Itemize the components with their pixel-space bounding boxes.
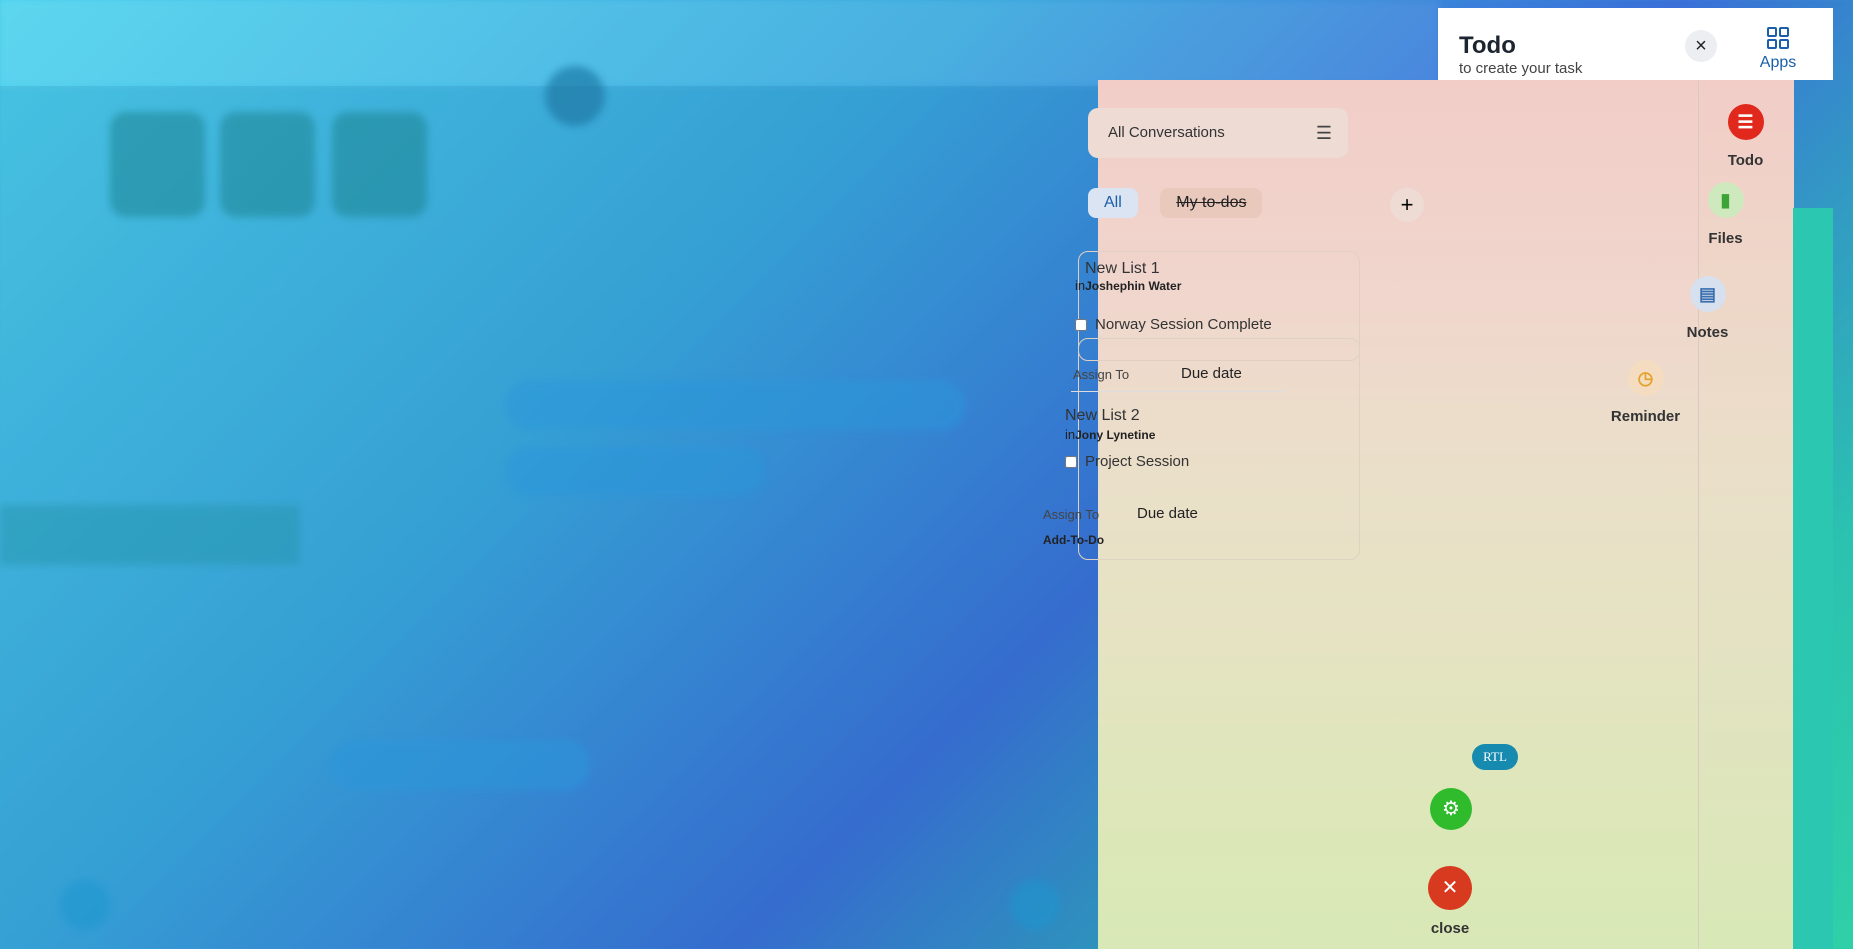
list-owner-prefix: in xyxy=(1065,427,1076,442)
list-owner: inJony Lynetine xyxy=(1065,427,1155,442)
add-todo-button[interactable]: Add-To-Do xyxy=(1043,533,1104,547)
filter-chips: All My to-dos xyxy=(1088,188,1280,218)
list-icon: ☰ xyxy=(1727,104,1764,140)
rail-item-todo[interactable]: ☰ Todo xyxy=(1698,104,1793,169)
notes-icon: ▤ xyxy=(1689,276,1726,312)
clock-icon: ◷ xyxy=(1627,360,1664,396)
list-title: New List 2 xyxy=(1065,407,1140,424)
chip-all[interactable]: All xyxy=(1088,188,1138,218)
rail-item-label: Todo xyxy=(1727,152,1764,169)
close-icon[interactable]: × xyxy=(1685,30,1717,62)
sort-icon: ☰ xyxy=(1315,123,1332,143)
assign-to-button[interactable]: Assign To xyxy=(1073,367,1129,382)
file-icon: ▮ xyxy=(1707,182,1744,218)
list-owner-name: Jony Lynetine xyxy=(1075,428,1156,442)
list-owner-name: Joshephin Water xyxy=(1085,279,1182,293)
add-list-button[interactable]: + xyxy=(1390,188,1424,222)
chip-my-todos[interactable]: My to-dos xyxy=(1160,188,1263,218)
apps-label: Apps xyxy=(1759,54,1797,71)
divider xyxy=(1071,391,1285,392)
panel-subtitle: to create your task xyxy=(1459,60,1583,77)
list-title: New List 1 xyxy=(1085,260,1160,277)
task-checkbox[interactable] xyxy=(1065,456,1077,469)
task-label: Norway Session Complete xyxy=(1095,316,1272,333)
todo-panel: Todo to create your task × Apps All Conv… xyxy=(1043,8,1833,949)
panel-edge xyxy=(1793,208,1833,949)
apps-button[interactable]: Apps xyxy=(1740,26,1816,72)
due-date-button[interactable]: Due date xyxy=(1181,365,1242,382)
todo-item[interactable]: Norway Session Complete xyxy=(1075,316,1272,333)
rail-item-label: Files xyxy=(1708,230,1743,247)
rail-item-label: Reminder xyxy=(1610,408,1681,425)
close-label: close xyxy=(1430,920,1470,937)
gear-icon[interactable]: ⚙ xyxy=(1430,788,1472,830)
grid-icon xyxy=(1767,27,1789,49)
rail-item-notes[interactable]: ▤ Notes xyxy=(1660,276,1755,341)
todo-item[interactable]: Project Session xyxy=(1065,453,1189,470)
conversation-filter[interactable]: All Conversations ☰ xyxy=(1088,108,1348,158)
task-checkbox[interactable] xyxy=(1075,319,1087,332)
due-date-button[interactable]: Due date xyxy=(1137,505,1198,522)
assign-to-button[interactable]: Assign To xyxy=(1043,507,1099,522)
todo-list-card: Assign To Due date New List 2 inJony Lyn… xyxy=(1043,338,1360,560)
rail-item-files[interactable]: ▮ Files xyxy=(1678,182,1773,247)
close-icon[interactable]: ✕ xyxy=(1428,866,1472,910)
list-owner: inJoshephin Water xyxy=(1075,278,1181,293)
rail-item-reminder[interactable]: ◷ Reminder xyxy=(1598,360,1693,425)
rail-item-label: Notes xyxy=(1686,324,1729,341)
task-label: Project Session xyxy=(1085,453,1190,470)
panel-header: Todo to create your task × Apps xyxy=(1438,8,1833,80)
panel-title: Todo xyxy=(1459,32,1516,59)
conversation-filter-value: All Conversations xyxy=(1108,124,1225,141)
list-owner-prefix: in xyxy=(1075,278,1086,293)
rtl-toggle[interactable]: RTL xyxy=(1472,744,1518,770)
